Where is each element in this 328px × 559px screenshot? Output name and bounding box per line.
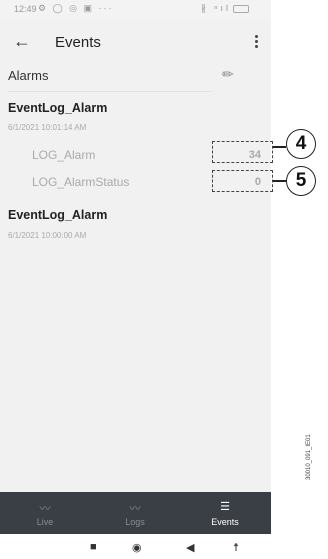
trend-line-icon: 〰 xyxy=(129,503,141,515)
battery-icon xyxy=(233,5,249,13)
nav-events[interactable]: ☰ Events xyxy=(180,492,270,534)
nav-logs[interactable]: 〰 Logs xyxy=(90,492,180,534)
back-icon[interactable]: ◀ xyxy=(186,541,194,554)
nav-label: Live xyxy=(36,517,54,527)
page-title: Events xyxy=(55,34,101,51)
event-timestamp: 6/1/2021 10:01:14 AM xyxy=(8,123,87,132)
signal-icons: ∦ ⁿıl xyxy=(201,3,231,13)
alarms-label: Alarms xyxy=(8,68,49,83)
callout-leader-line xyxy=(273,146,286,148)
log-label: LOG_Alarm xyxy=(32,148,96,162)
system-nav: ■ ◉ ◀ ☨ xyxy=(0,534,271,559)
event-name[interactable]: EventLog_Alarm xyxy=(8,208,107,222)
alarms-section-header: Alarms ✏ xyxy=(0,64,271,92)
pencil-icon[interactable]: ✏ xyxy=(222,66,234,83)
callout-number: 4 xyxy=(286,129,316,159)
list-icon: ☰ xyxy=(220,501,230,513)
event-timestamp: 6/1/2021 10:00:00 AM xyxy=(8,231,87,240)
more-vert-icon[interactable] xyxy=(255,35,259,49)
accessibility-icon[interactable]: ☨ xyxy=(233,541,239,554)
notification-icons: ⚙ ◯ ◎ ▣ ··· xyxy=(38,3,114,13)
divider xyxy=(8,91,212,92)
nav-label: Events xyxy=(211,517,239,527)
figure-code: 30010_091_IE01 xyxy=(306,434,312,480)
event-name[interactable]: EventLog_Alarm xyxy=(8,101,107,115)
callout-highlight-box xyxy=(212,170,273,192)
nav-live[interactable]: 〰 Live xyxy=(0,492,90,534)
nav-label: Logs xyxy=(125,517,145,527)
log-label: LOG_AlarmStatus xyxy=(32,175,130,189)
callout-leader-line xyxy=(273,180,286,182)
status-bar: 12:49 ⚙ ◯ ◎ ▣ ··· ∦ ⁿıl xyxy=(0,0,271,20)
recents-icon[interactable]: ■ xyxy=(90,541,97,553)
app-bar: ← Events xyxy=(0,20,271,66)
home-icon[interactable]: ◉ xyxy=(132,541,142,554)
bottom-nav: 〰 Live 〰 Logs ☰ Events xyxy=(0,492,271,534)
status-time: 12:49 xyxy=(14,4,37,14)
callout-highlight-box xyxy=(212,141,273,163)
phone-screen: 12:49 ⚙ ◯ ◎ ▣ ··· ∦ ⁿıl ← Events Alarms … xyxy=(0,0,271,559)
callout-number: 5 xyxy=(286,166,316,196)
trend-line-icon: 〰 xyxy=(39,503,51,515)
back-arrow-icon[interactable]: ← xyxy=(13,31,31,52)
